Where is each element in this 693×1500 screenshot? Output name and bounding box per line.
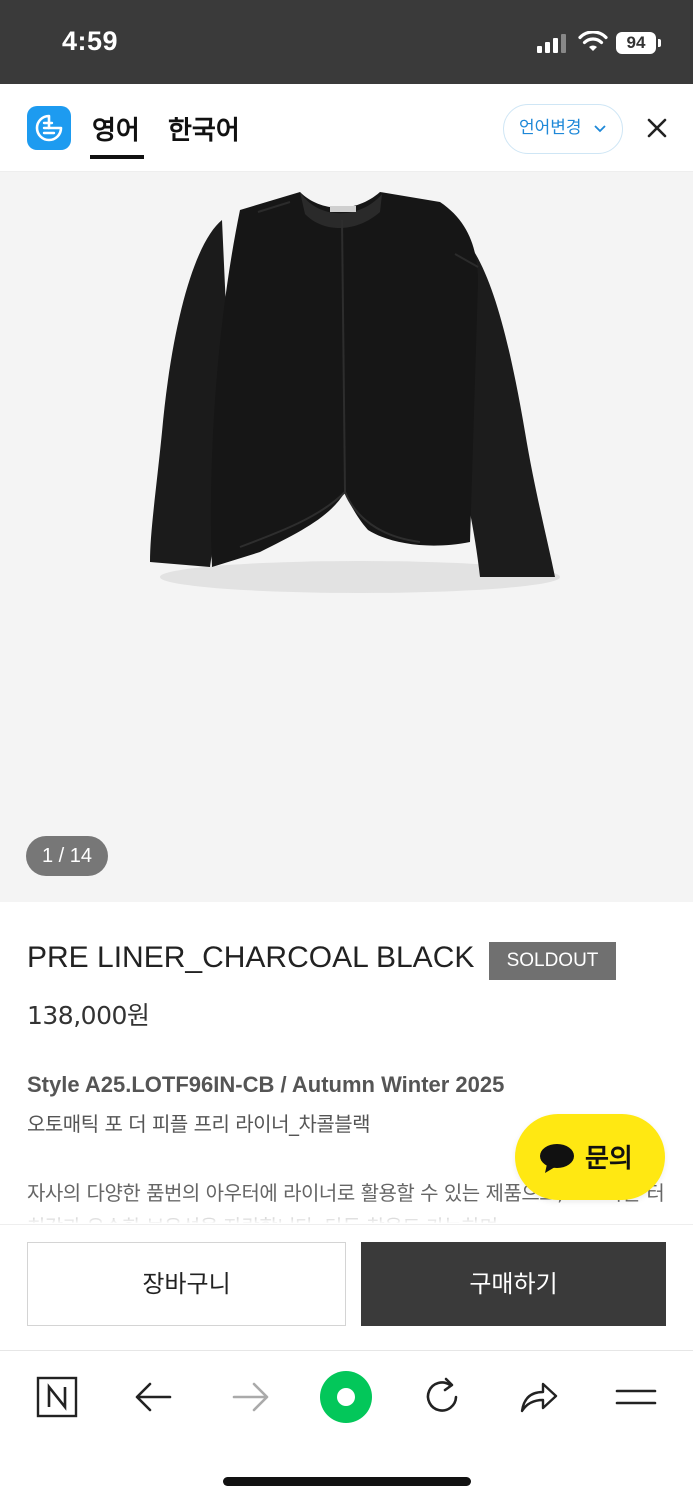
- add-to-cart-button[interactable]: 장바구니: [27, 1242, 346, 1326]
- product-photo-jacket: [150, 192, 560, 593]
- soldout-badge: SOLDOUT: [489, 942, 616, 980]
- close-icon[interactable]: [646, 117, 668, 139]
- papago-logo-icon: [27, 106, 71, 150]
- inquiry-chat-button[interactable]: 문의: [515, 1114, 665, 1200]
- chevron-down-icon: [594, 125, 606, 133]
- active-tab-indicator: [90, 155, 144, 159]
- status-bar: 4:59 94: [0, 0, 693, 84]
- image-page-indicator: 1 / 14: [26, 836, 108, 876]
- battery-indicator: 94: [616, 32, 661, 54]
- tab-korean[interactable]: 한국어: [168, 110, 240, 147]
- style-info: Style A25.LOTF96IN-CB / Autumn Winter 20…: [27, 1072, 505, 1097]
- home-indicator: [223, 1477, 471, 1486]
- product-korean-name: 오토매틱 포 더 피플 프리 라이너_차콜블랙: [27, 1112, 371, 1136]
- tab-english[interactable]: 영어: [92, 110, 140, 147]
- back-arrow-icon[interactable]: [132, 1375, 176, 1419]
- cellular-signal-icon: [537, 34, 566, 53]
- chat-bubble-icon: [540, 1144, 574, 1173]
- product-name: PRE LINER_CHARCOAL BLACK: [27, 941, 475, 974]
- product-image-gallery[interactable]: 1 / 14: [0, 172, 693, 902]
- green-dot-icon[interactable]: [318, 1369, 374, 1425]
- refresh-icon[interactable]: [420, 1375, 464, 1419]
- status-time: 4:59: [62, 26, 119, 56]
- translate-header: 영어 한국어 언어변경: [0, 84, 693, 172]
- browser-toolbar: [0, 1350, 693, 1500]
- menu-icon[interactable]: [614, 1375, 658, 1419]
- buy-now-button[interactable]: 구매하기: [361, 1242, 666, 1326]
- share-icon[interactable]: [516, 1375, 560, 1419]
- inquiry-label: 문의: [585, 1144, 633, 1174]
- change-language-button[interactable]: 언어변경: [503, 104, 623, 154]
- description-fade: [0, 1200, 693, 1224]
- naver-home-icon[interactable]: [35, 1375, 79, 1419]
- product-price: 138,000원: [27, 1001, 150, 1030]
- forward-arrow-icon[interactable]: [228, 1375, 272, 1419]
- change-language-label: 언어변경: [519, 118, 582, 138]
- wifi-icon: [578, 31, 608, 51]
- purchase-bar: 장바구니 구매하기: [0, 1224, 693, 1350]
